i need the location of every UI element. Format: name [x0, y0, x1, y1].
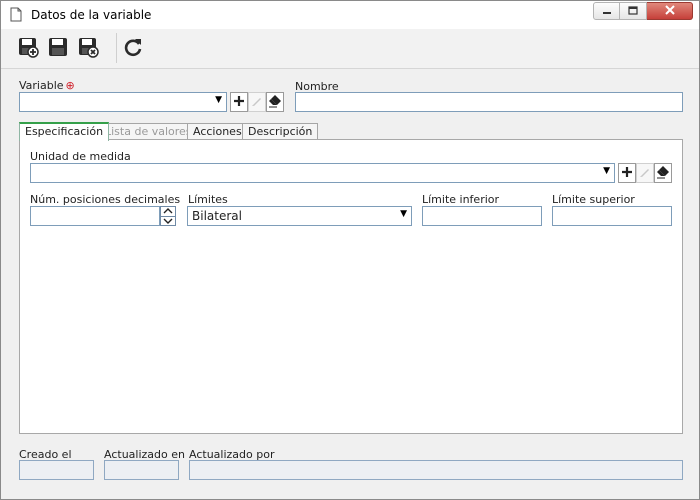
upper-limit-input[interactable]: [552, 206, 672, 226]
upper-limit-label: Límite superior: [552, 193, 635, 206]
name-input[interactable]: [295, 92, 683, 112]
title-bar: Datos de la variable: [1, 1, 699, 29]
unit-label: Unidad de medida: [30, 150, 131, 163]
updated-field: [104, 460, 179, 480]
minimize-icon: [602, 5, 612, 18]
tab-lista-de-valores[interactable]: Lista de valores: [99, 123, 198, 140]
edit-variable-button[interactable]: [248, 92, 266, 112]
limits-select[interactable]: Bilateral ▼: [187, 206, 412, 226]
chevron-up-icon[interactable]: [161, 207, 175, 216]
tab-descripcion[interactable]: Descripción: [242, 123, 319, 140]
chevron-down-icon: ▼: [400, 209, 407, 219]
close-icon: [664, 4, 676, 18]
clear-variable-button[interactable]: [266, 92, 284, 112]
maximize-button[interactable]: [620, 2, 647, 20]
tab-especificacion[interactable]: Especificación: [19, 122, 110, 141]
variable-data-window: Datos de la variable Variable ⊕ ▼ Nombre…: [0, 0, 700, 500]
decimals-input[interactable]: [30, 206, 160, 226]
chevron-down-icon: ▼: [215, 95, 222, 105]
eraser-icon: [656, 165, 670, 182]
chevron-down-icon[interactable]: [161, 215, 175, 226]
variable-label: Variable ⊕: [19, 79, 75, 92]
save-new-button[interactable]: [15, 35, 41, 61]
limits-label: Límites: [188, 193, 228, 206]
add-unit-button[interactable]: [618, 163, 636, 183]
updated-by-field: [189, 460, 683, 480]
created-field: [19, 460, 94, 480]
especificacion-panel: Unidad de medida ▼ Núm. posiciones decim…: [19, 139, 683, 434]
save-button[interactable]: [45, 35, 71, 61]
chevron-down-icon: ▼: [603, 166, 610, 176]
window-title: Datos de la variable: [31, 8, 152, 22]
tab-acciones[interactable]: Acciones: [187, 123, 248, 140]
add-variable-button[interactable]: [230, 92, 248, 112]
save-close-icon: [77, 36, 99, 61]
save-new-icon: [17, 36, 39, 61]
variable-select[interactable]: ▼: [19, 92, 227, 112]
pencil-icon: [639, 166, 651, 181]
pencil-icon: [251, 95, 263, 110]
save-icon: [47, 36, 69, 61]
refresh-icon: [122, 36, 144, 61]
maximize-icon: [628, 5, 638, 18]
lower-limit-input[interactable]: [422, 206, 542, 226]
save-close-button[interactable]: [75, 35, 101, 61]
plus-icon: [234, 95, 244, 109]
close-button[interactable]: [647, 2, 693, 20]
document-icon: [10, 7, 22, 25]
plus-icon: [622, 166, 632, 180]
lower-limit-label: Límite inferior: [422, 193, 500, 206]
decimals-label: Núm. posiciones decimales: [30, 193, 181, 206]
window-controls: [593, 2, 693, 20]
unit-select[interactable]: ▼: [30, 163, 615, 183]
toolbar-separator: [116, 33, 117, 63]
toolbar: [1, 29, 699, 69]
eraser-icon: [268, 94, 282, 111]
minimize-button[interactable]: [593, 2, 620, 20]
refresh-button[interactable]: [120, 35, 146, 61]
decimals-stepper[interactable]: [160, 206, 176, 226]
edit-unit-button[interactable]: [636, 163, 654, 183]
clear-unit-button[interactable]: [654, 163, 672, 183]
required-icon: ⊕: [65, 79, 75, 92]
